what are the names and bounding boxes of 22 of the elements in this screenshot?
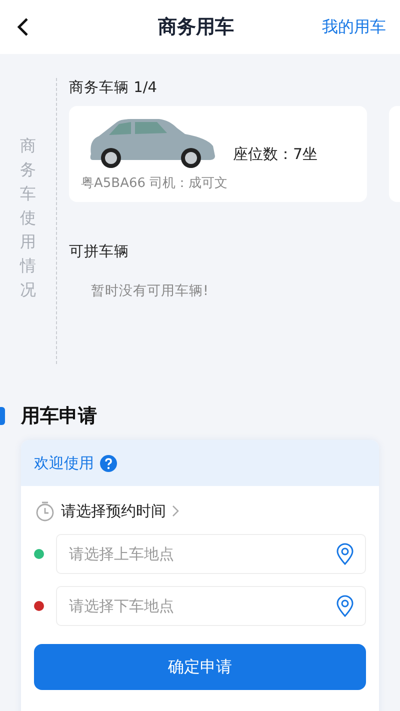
vehicle-info: 粤A5BA66 司机：成可文 [81, 175, 229, 192]
seat-count: 座位数：7坐 [233, 145, 318, 165]
location-pin-icon[interactable] [336, 595, 354, 617]
my-cars-link[interactable]: 我的用车 [322, 16, 386, 38]
section-heading: 可拼车辆 [69, 243, 130, 262]
accent-bar [0, 407, 5, 425]
back-icon[interactable] [16, 17, 30, 37]
section-heading: 商务车辆 1/4 [69, 78, 158, 98]
stopwatch-icon [35, 500, 55, 522]
location-field[interactable]: 请选择上车地点 [56, 534, 366, 574]
submit-button[interactable]: 确定申请 [34, 644, 366, 690]
empty-message: 暂时没有可用车辆! [91, 282, 210, 300]
location-pin-icon[interactable] [336, 543, 354, 565]
side-label: 商务车使用情况 [20, 135, 36, 301]
time-picker[interactable]: 请选择预约时间 [35, 500, 179, 522]
welcome-text: 欢迎使用 [34, 454, 94, 472]
help-icon[interactable] [100, 454, 117, 472]
section-title: 用车申请 [21, 404, 97, 429]
vehicle-card[interactable]: 座位数：7坐 粤A5BA66 司机：成可文 [69, 106, 367, 202]
location-field[interactable]: 请选择下车地点 [56, 586, 366, 626]
page-title: 商务用车 [157, 15, 235, 40]
chevron-right-icon [172, 505, 179, 517]
